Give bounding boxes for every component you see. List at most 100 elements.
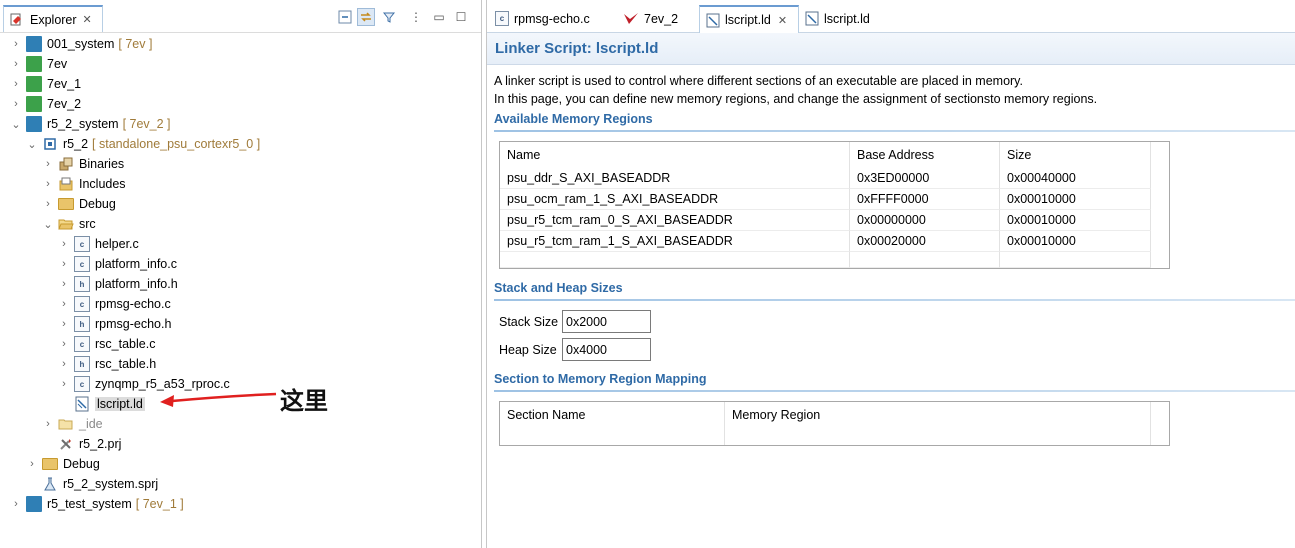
table-cell[interactable]: 0x00010000 [1000, 231, 1151, 252]
chevron-right-icon[interactable]: › [42, 198, 54, 210]
tree-item[interactable]: › Includes [42, 174, 126, 194]
section-mapping-table[interactable]: Section Name Memory Region [499, 401, 1170, 446]
chevron-right-icon[interactable]: › [58, 358, 70, 370]
table-cell[interactable]: 0x3ED00000 [850, 168, 1000, 189]
table-cell[interactable]: 0x00020000 [850, 231, 1000, 252]
close-icon[interactable]: ✕ [83, 13, 92, 26]
chevron-right-icon[interactable]: › [58, 238, 70, 250]
table-cell[interactable]: psu_ddr_S_AXI_BASEADDR [500, 168, 850, 189]
table-cell[interactable]: psu_ocm_ram_1_S_AXI_BASEADDR [500, 189, 850, 210]
chevron-right-icon[interactable]: › [10, 498, 22, 510]
memory-regions-table[interactable]: Name Base Address Size psu_ddr_S_AXI_BAS… [499, 141, 1170, 269]
tree-item-label: platform_info.c [95, 257, 177, 271]
prj-file-icon [58, 436, 74, 452]
minimize-icon[interactable]: ▭ [430, 8, 448, 26]
tree-item[interactable]: › 001_system [ 7ev ] [10, 34, 152, 54]
chevron-right-icon[interactable]: › [10, 78, 22, 90]
table-cell[interactable]: 0xFFFF0000 [850, 189, 1000, 210]
tree-item[interactable]: › 7ev_2 [10, 94, 81, 114]
chevron-right-icon[interactable]: › [10, 98, 22, 110]
table-cell[interactable]: 0x00000000 [850, 210, 1000, 231]
collapse-all-icon[interactable] [336, 8, 354, 26]
table-cell[interactable]: 0x00040000 [1000, 168, 1151, 189]
column-header-size[interactable]: Size [1000, 142, 1151, 168]
platform-icon [26, 96, 42, 112]
section-title-stack-heap: Stack and Heap Sizes [494, 281, 623, 295]
filter-icon[interactable] [380, 8, 398, 26]
tree-item[interactable]: › _ide [42, 414, 102, 434]
table-cell[interactable]: 0x00010000 [1000, 189, 1151, 210]
tab-label: lscript.ld [824, 11, 870, 26]
description-line-2: In this page, you can define new memory … [494, 92, 1098, 106]
system-project-icon [26, 496, 42, 512]
tree-item-suffix: [ standalone_psu_cortexr5_0 ] [92, 137, 261, 151]
app-project-icon [42, 136, 58, 152]
view-menu-icon[interactable]: ⋮ [407, 8, 425, 26]
tree-item[interactable]: › 7ev [10, 54, 67, 74]
tree-item[interactable]: › c platform_info.c [58, 254, 177, 274]
table-cell-empty[interactable] [500, 252, 850, 268]
tree-item[interactable]: › h rpmsg-echo.h [58, 314, 171, 334]
tree-item[interactable]: r5_2_system.sprj [26, 474, 158, 494]
tree-item-label: Includes [79, 177, 126, 191]
chevron-right-icon[interactable]: › [58, 318, 70, 330]
chevron-right-icon[interactable]: › [58, 338, 70, 350]
chevron-right-icon[interactable]: › [26, 458, 38, 470]
chevron-right-icon[interactable]: › [58, 258, 70, 270]
c-file-icon: c [74, 256, 90, 272]
maximize-icon[interactable]: ☐ [452, 8, 470, 26]
explorer-icon [10, 13, 21, 25]
chevron-right-icon[interactable]: › [58, 298, 70, 310]
table-cell[interactable]: 0x00010000 [1000, 210, 1151, 231]
tree-item[interactable]: ⌄ r5_2 [ standalone_psu_cortexr5_0 ] [26, 134, 260, 154]
table-cell-empty[interactable] [850, 252, 1000, 268]
tree-item[interactable]: ⌄ src [42, 214, 96, 234]
tree-item-label: helper.c [95, 237, 139, 251]
tree-item[interactable]: r5_2.prj [42, 434, 121, 454]
table-cell[interactable]: psu_r5_tcm_ram_0_S_AXI_BASEADDR [500, 210, 850, 231]
section-divider [494, 299, 1295, 301]
chevron-down-icon[interactable]: ⌄ [42, 218, 54, 231]
link-with-editor-icon[interactable] [357, 8, 375, 26]
column-header-section-name[interactable]: Section Name [500, 402, 725, 445]
tree-item-label: src [79, 217, 96, 231]
close-icon[interactable]: ✕ [778, 14, 787, 27]
tree-item[interactable]: › h platform_info.h [58, 274, 178, 294]
linker-script-icon [706, 13, 720, 27]
tree-item[interactable]: › Debug [42, 194, 116, 214]
chevron-right-icon[interactable]: › [10, 58, 22, 70]
chevron-down-icon[interactable]: ⌄ [26, 138, 38, 151]
chevron-right-icon[interactable]: › [10, 38, 22, 50]
system-project-icon [26, 36, 42, 52]
column-header-base-address[interactable]: Base Address [850, 142, 1000, 168]
tree-item[interactable]: › h rsc_table.h [58, 354, 156, 374]
tree-item[interactable]: › c rpmsg-echo.c [58, 294, 171, 314]
chevron-right-icon[interactable]: › [42, 178, 54, 190]
column-header-name[interactable]: Name [500, 142, 850, 168]
tab-lscript-ld-active[interactable]: lscript.ld ✕ [699, 5, 799, 33]
tab-rpmsg-echo-c[interactable]: c rpmsg-echo.c [489, 5, 617, 32]
tree-item[interactable]: › Binaries [42, 154, 124, 174]
tab-explorer[interactable]: Explorer ✕ [3, 5, 103, 32]
chevron-right-icon[interactable]: › [42, 418, 54, 430]
tree-item[interactable]: › 7ev_1 [10, 74, 81, 94]
heap-size-input[interactable] [562, 338, 651, 361]
tree-item[interactable]: › r5_test_system [ 7ev_1 ] [10, 494, 184, 514]
binaries-icon [58, 156, 74, 172]
tab-7ev-2[interactable]: 7ev_2 [617, 5, 697, 32]
tree-item[interactable]: ⌄ r5_2_system [ 7ev_2 ] [10, 114, 171, 134]
stack-size-input[interactable] [562, 310, 651, 333]
chevron-right-icon[interactable]: › [58, 378, 70, 390]
tree-item[interactable]: › c rsc_table.c [58, 334, 155, 354]
table-cell[interactable]: psu_r5_tcm_ram_1_S_AXI_BASEADDR [500, 231, 850, 252]
table-cell-empty[interactable] [1000, 252, 1151, 268]
tree-item[interactable]: › c helper.c [58, 234, 139, 254]
chevron-right-icon[interactable]: › [58, 278, 70, 290]
section-title-memory-regions: Available Memory Regions [494, 112, 653, 126]
tree-item[interactable]: › Debug [26, 454, 100, 474]
column-header-memory-region[interactable]: Memory Region [725, 402, 1151, 445]
chevron-right-icon[interactable]: › [42, 158, 54, 170]
tab-lscript-ld[interactable]: lscript.ld [799, 5, 889, 32]
chevron-down-icon[interactable]: ⌄ [10, 118, 22, 131]
tree-item-selected[interactable]: lscript.ld [58, 394, 145, 414]
